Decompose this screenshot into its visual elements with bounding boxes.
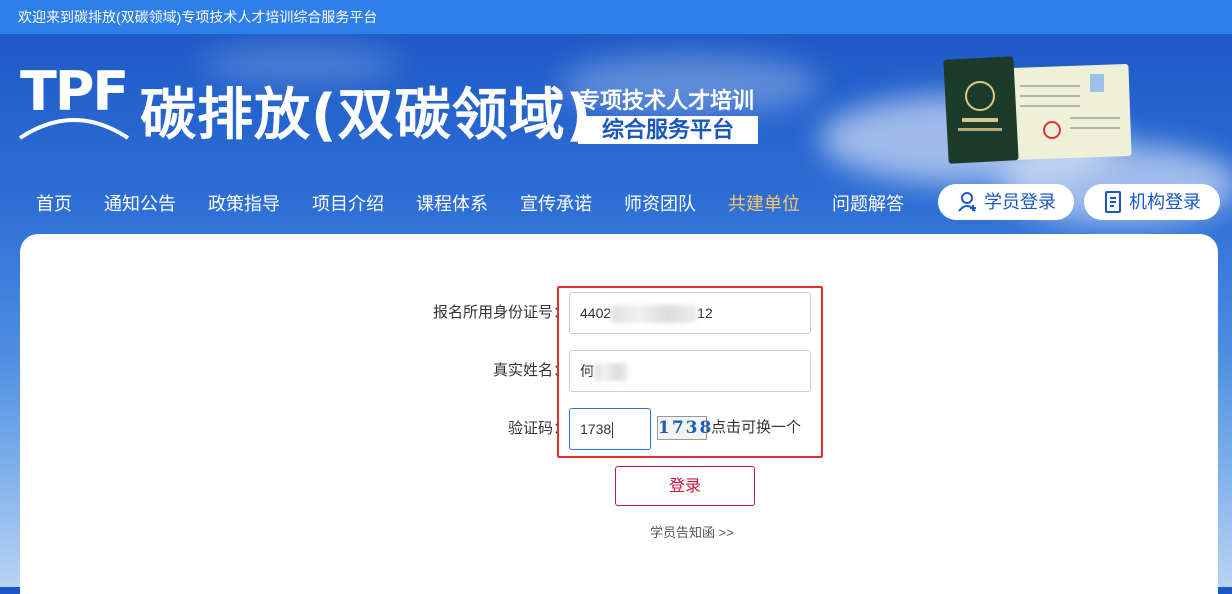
student-login-button[interactable]: 学员登录 bbox=[938, 184, 1074, 220]
student-login-label: 学员登录 bbox=[984, 192, 1056, 212]
nav-item-project[interactable]: 项目介绍 bbox=[312, 186, 384, 222]
logo-mark: TPF bbox=[20, 60, 127, 123]
student-user-icon bbox=[958, 192, 976, 212]
site-title: 碳排放(双碳领域) bbox=[140, 83, 593, 148]
student-notice-link[interactable]: 学员告知函 >> bbox=[650, 524, 734, 542]
nav-item-partners[interactable]: 共建单位 bbox=[728, 186, 800, 222]
site-subtitle-line1: 专项技术人才培训 bbox=[578, 88, 755, 113]
nav-item-teachers[interactable]: 师资团队 bbox=[624, 186, 696, 222]
login-submit-button[interactable]: 登录 bbox=[615, 466, 755, 506]
nav-item-policy[interactable]: 政策指导 bbox=[208, 186, 280, 222]
nav-item-courses[interactable]: 课程体系 bbox=[416, 186, 488, 222]
nav-item-promise[interactable]: 宣传承诺 bbox=[520, 186, 592, 222]
top-welcome-bar: 欢迎来到碳排放(双碳领域)专项技术人才培训综合服务平台 bbox=[0, 0, 1232, 34]
id-number-label: 报名所用身份证号： bbox=[432, 304, 568, 321]
nav-item-notices[interactable]: 通知公告 bbox=[104, 186, 176, 222]
captcha-label: 验证码： bbox=[507, 420, 568, 437]
welcome-text: 欢迎来到碳排放(双碳领域)专项技术人才培训综合服务平台 bbox=[18, 9, 378, 25]
nav-item-faq[interactable]: 问题解答 bbox=[832, 186, 904, 222]
real-name-label: 真实姓名： bbox=[492, 362, 568, 379]
nav-item-home[interactable]: 首页 bbox=[36, 186, 72, 222]
org-login-label: 机构登录 bbox=[1129, 192, 1201, 212]
certificate-image bbox=[943, 56, 1132, 164]
org-document-icon bbox=[1105, 191, 1121, 213]
org-login-button[interactable]: 机构登录 bbox=[1084, 184, 1220, 220]
highlight-annotation-box bbox=[557, 286, 823, 458]
site-subtitle-line2: 综合服务平台 bbox=[578, 116, 758, 144]
tpf-logo-icon: TPF bbox=[18, 60, 129, 140]
